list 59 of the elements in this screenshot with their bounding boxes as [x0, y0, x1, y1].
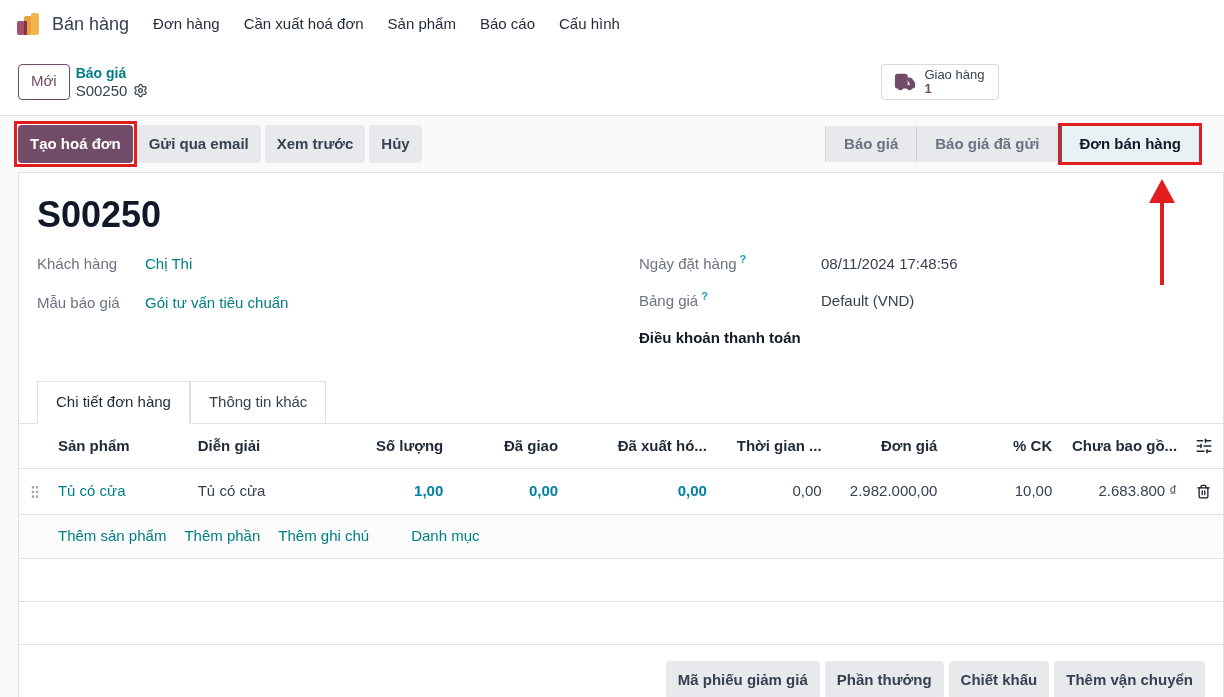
column-header[interactable]: Đã giao	[503, 436, 559, 454]
menu-item[interactable]: Báo cáo	[479, 12, 535, 36]
column-header[interactable]: Số lượng	[375, 436, 444, 454]
delivery-smart-button[interactable]: Giao hàng 1	[881, 63, 1000, 100]
new-button[interactable]: Mới	[18, 63, 70, 100]
table-cell[interactable]: Tủ có cửa	[57, 482, 126, 500]
table-cell: 2.683.800 ₫	[1098, 482, 1178, 500]
table-cell: 1,00	[414, 482, 444, 500]
add-line-link[interactable]: Thêm ghi chú	[278, 525, 370, 548]
footer-button[interactable]: Thêm vận chuyển	[1054, 661, 1205, 697]
add-line-link[interactable]: Thêm sản phẩm	[58, 525, 167, 548]
add-line-link[interactable]: Thêm phần	[184, 525, 261, 548]
table-cell: 10,00	[1014, 482, 1053, 500]
tab[interactable]: Thông tin khác	[189, 381, 327, 424]
breadcrumb-link[interactable]: Báo giá	[75, 63, 149, 82]
table-cell: 0,00	[528, 482, 559, 500]
field-value: Default (VND)	[821, 291, 915, 311]
field-value[interactable]: Gói tư vấn tiêu chuẩn	[145, 292, 289, 315]
menu-item[interactable]: Đơn hàng	[153, 12, 220, 36]
footer-button[interactable]: Mã phiếu giảm giá	[665, 661, 820, 697]
status-stage[interactable]: Báo giá	[825, 126, 917, 162]
app-name[interactable]: Bán hàng	[52, 10, 130, 38]
field-label: Ngày đặt hàng	[639, 254, 737, 274]
column-header[interactable]: Đơn giá	[880, 436, 938, 454]
column-header[interactable]: Diễn giải	[197, 436, 261, 454]
record-name: S00250	[75, 81, 128, 100]
app-logo-icon	[16, 12, 40, 36]
footer-button[interactable]: Chiết khấu	[948, 661, 1050, 697]
table-cell: 0,00	[677, 482, 707, 500]
action-button[interactable]: Xem trước	[264, 125, 366, 163]
add-line-link[interactable]: Danh mục	[411, 525, 480, 548]
footer-button[interactable]: Phần thưởng	[824, 661, 944, 697]
action-button[interactable]: Gửi qua email	[136, 125, 261, 163]
field-value: 08/11/2024 17:48:56	[821, 254, 958, 274]
record-title: S00250	[37, 193, 162, 237]
field-label: Bảng giá	[639, 291, 699, 311]
column-header[interactable]: % CK	[1013, 436, 1053, 454]
delete-icon[interactable]	[1196, 484, 1211, 499]
field-value[interactable]: Chị Thi	[145, 253, 193, 276]
action-button[interactable]: Hủy	[369, 125, 422, 163]
optional-columns-icon[interactable]	[1194, 437, 1213, 455]
menu-item[interactable]: Cần xuất hoá đơn	[243, 12, 364, 36]
action-button[interactable]: Tạo hoá đơn	[18, 125, 133, 163]
menu-item[interactable]: Cấu hình	[559, 12, 620, 36]
status-stage[interactable]: Báo giá đã gửi	[916, 126, 1058, 162]
field-label: Khách hàng	[37, 254, 118, 274]
table-cell: Tủ có cửa	[197, 482, 266, 500]
column-header[interactable]: Đã xuất hó...	[617, 436, 707, 454]
table-cell: 0,00	[792, 482, 822, 500]
column-header[interactable]: Chưa bao gồ...	[1072, 436, 1178, 454]
settings-icon[interactable]	[133, 83, 149, 98]
table-cell: 2.982.000,00	[849, 482, 938, 500]
column-header[interactable]: Thời gian ...	[736, 436, 822, 454]
column-header[interactable]: Sản phẩm	[57, 436, 130, 454]
status-stage[interactable]: Đơn bán hàng	[1060, 126, 1199, 162]
menu-item[interactable]: Sản phẩm	[387, 12, 456, 36]
field-label: Mẫu báo giá	[37, 293, 120, 313]
tab[interactable]: Chi tiết đơn hàng	[37, 381, 190, 424]
field-label: Điều khoản thanh toán	[639, 328, 802, 348]
